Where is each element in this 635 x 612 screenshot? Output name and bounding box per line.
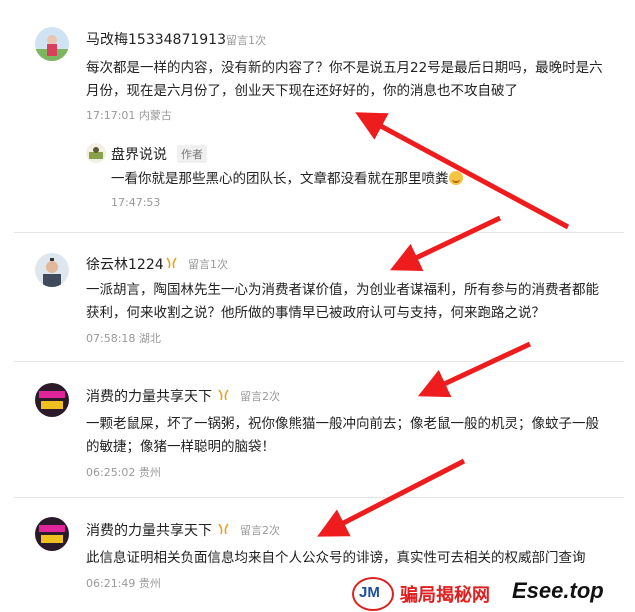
arrow-icon (389, 215, 502, 271)
comment-time: 07:58:18 湖北 (86, 332, 161, 345)
divider (14, 232, 624, 233)
comment-time: 06:25:02 贵州 (86, 466, 161, 479)
vip-icon (218, 523, 229, 535)
reply-time: 17:47:53 (111, 196, 161, 209)
avatar[interactable] (35, 253, 69, 287)
divider (14, 497, 624, 498)
avatar[interactable] (35, 517, 69, 551)
comment-text: 一派胡言，陶国林先生一心为消费者谋价值，为创业者谋福利，所有参与的消费者都能获利… (86, 282, 599, 321)
divider (14, 361, 624, 362)
vip-icon (218, 389, 229, 401)
author-avatar[interactable] (86, 143, 106, 163)
comment-time: 17:17:01 内蒙古 (86, 109, 172, 122)
laughing-emoji-icon (448, 171, 463, 185)
comment-text: 一颗老鼠屎，坏了一锅粥，祝你像熊猫一般冲向前去；像老鼠一般的机灵；像蚊子一般的敏… (86, 416, 599, 455)
comment-count: 留言2次 (240, 390, 280, 403)
comment-time: 06:21:49 贵州 (86, 577, 161, 590)
author-name[interactable]: 盘界说说 (111, 144, 167, 164)
commenter-name[interactable]: 消费的力量共享天下 (86, 386, 212, 406)
author-badge: 作者 (177, 145, 207, 163)
comment-count: 留言2次 (240, 524, 280, 537)
watermark-domain: Esee.top (512, 578, 604, 603)
arrow-icon (417, 341, 532, 398)
commenter-name[interactable]: 马改梅15334871913 (86, 29, 226, 49)
watermark-logo: JM (352, 577, 394, 611)
reply-text: 一看你就是那些黑心的团队长，文章都没看就在那里喷粪 (111, 168, 611, 191)
watermark: JM 骗局揭秘网 Esee.top (352, 576, 635, 611)
vip-icon (166, 257, 177, 269)
watermark-brand: 骗局揭秘网 (400, 585, 490, 606)
comment-text: 此信息证明相关负面信息均来自个人公众号的诽谤，真实性可去相关的权威部门查询 (86, 550, 586, 566)
commenter-name[interactable]: 徐云林1224 (86, 254, 164, 274)
comment-count: 留言1次 (188, 258, 228, 271)
avatar[interactable] (35, 27, 69, 61)
commenter-name[interactable]: 消费的力量共享天下 (86, 520, 212, 540)
comment-text: 每次都是一样的内容，没有新的内容了？你不是说五月22号是最后日期吗，最晚时是六月… (86, 60, 603, 99)
comment-count: 留言1次 (226, 34, 266, 47)
avatar[interactable] (35, 383, 69, 417)
reply-text-content: 一看你就是那些黑心的团队长，文章都没看就在那里喷粪 (111, 171, 449, 187)
